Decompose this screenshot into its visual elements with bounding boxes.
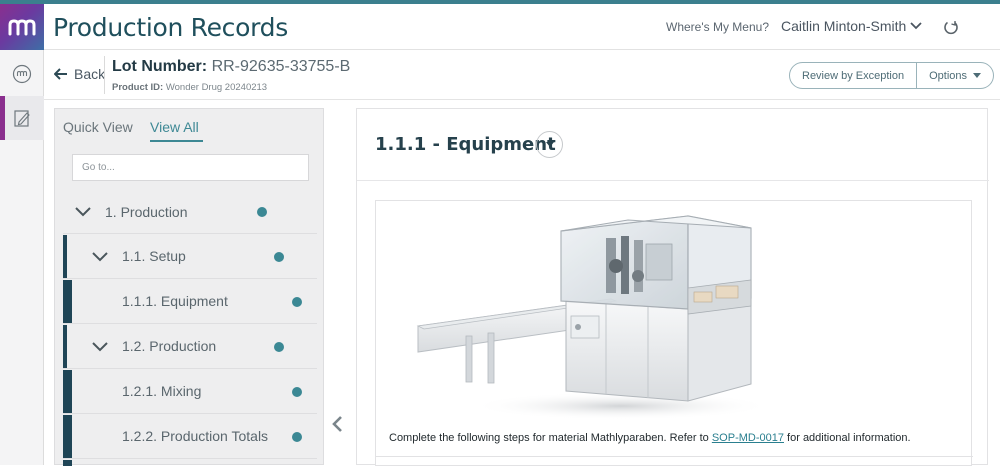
instruction-body: Complete the following steps for materia… (389, 432, 709, 444)
tree-item-label: 1.1. Setup (122, 248, 186, 264)
status-dot-icon (257, 207, 267, 217)
status-dot-icon (274, 342, 284, 352)
tree-level-bar (63, 235, 67, 278)
options-button[interactable]: Options (916, 63, 993, 88)
tab-view-all[interactable]: View All (150, 119, 199, 135)
status-dot-icon (274, 252, 284, 262)
chevron-down-icon (92, 252, 108, 262)
status-dot-icon (292, 432, 302, 442)
tree-item-label: 1. Production (105, 204, 188, 220)
edit-record-icon (14, 110, 30, 127)
module-icon (12, 64, 32, 84)
left-rail (0, 50, 44, 465)
user-menu[interactable]: Caitlin Minton-Smith (781, 18, 922, 34)
divider (376, 456, 973, 457)
tree-item-label: 1.2. Production (122, 338, 217, 354)
tree-item-label: 1.2.2. Production Totals (122, 428, 269, 444)
active-tab-underline (150, 140, 203, 142)
lot-number: Lot Number: RR-92635-33755-B (112, 58, 350, 76)
step-content-panel: 1.1.1 - Equipment Complete the following… (356, 108, 989, 466)
tree-level-bar (63, 370, 72, 413)
tab-quick-view[interactable]: Quick View (63, 119, 133, 135)
tree-level-bar (63, 280, 72, 323)
product-id: Product ID: Wonder Drug 20240213 (112, 82, 267, 93)
caret-down-icon (973, 73, 982, 78)
rail-item-modules[interactable] (0, 52, 44, 96)
review-by-exception-button[interactable]: Review by Exception (790, 63, 916, 88)
chevron-down-icon (75, 207, 91, 217)
divider (104, 56, 105, 94)
rail-item-records[interactable] (0, 96, 44, 140)
app-header: Production Records Where's My Menu? Cait… (0, 4, 1000, 50)
tree-item-production-totals[interactable]: 1.2.2. Production Totals (63, 415, 317, 459)
status-dot-icon (292, 297, 302, 307)
power-icon[interactable] (942, 18, 960, 36)
logo-icon[interactable] (0, 4, 44, 50)
chevron-down-icon (92, 342, 108, 352)
tree-item-setup[interactable]: 1.1. Setup (63, 235, 317, 279)
product-value: Wonder Drug 20240213 (165, 82, 268, 93)
tree-item-equipment[interactable]: 1.1.1. Equipment (63, 280, 317, 324)
instruction-suffix: for additional information. (787, 432, 911, 444)
chevron-down-icon (910, 22, 922, 30)
view-tabs: Quick View View All (55, 109, 325, 142)
sop-link[interactable]: SOP-MD-0017 (712, 432, 784, 444)
tree-item-production-sub[interactable]: 1.2. Production (63, 325, 317, 369)
back-button[interactable]: Back (54, 66, 105, 82)
tree-level-bar (63, 415, 72, 458)
back-label: Back (74, 66, 106, 82)
goto-input[interactable]: Go to... (72, 154, 309, 181)
action-button-group: Review by Exception Options (789, 62, 995, 89)
equipment-image (416, 215, 761, 420)
collapse-panel-button[interactable] (326, 410, 348, 438)
tree-item-mixing[interactable]: 1.2.1. Mixing (63, 370, 317, 414)
tree-level-bar (63, 460, 72, 466)
caret-down-icon (545, 142, 554, 147)
record-subheader: Back Lot Number: RR-92635-33755-B Produc… (44, 50, 1000, 100)
product-label: Product ID: (112, 82, 164, 93)
step-title: 1.1.1 - Equipment (375, 134, 556, 155)
user-name: Caitlin Minton-Smith (781, 18, 907, 34)
app-title: Production Records (53, 13, 288, 42)
instruction-card: Complete the following steps for materia… (375, 200, 973, 466)
collapse-left-icon (332, 416, 342, 432)
status-dot-icon (292, 387, 302, 397)
tree-item-label: 1.1.1. Equipment (122, 293, 228, 309)
wheres-my-menu-link[interactable]: Where's My Menu? (666, 20, 769, 34)
tree-level-bar (63, 325, 67, 368)
tree-item-label: 1.2.1. Mixing (122, 383, 202, 399)
back-arrow-icon (54, 68, 67, 80)
options-label: Options (929, 69, 968, 82)
lot-value: RR-92635-33755-B (211, 58, 351, 75)
divider (357, 180, 989, 181)
tree-item-production[interactable]: 1. Production (63, 190, 317, 234)
step-options-dropdown[interactable] (536, 131, 563, 158)
navigation-panel: Quick View View All Go to... 1. Producti… (54, 108, 325, 466)
lot-label: Lot Number: (112, 58, 208, 75)
instruction-text: Complete the following steps for materia… (389, 432, 911, 444)
